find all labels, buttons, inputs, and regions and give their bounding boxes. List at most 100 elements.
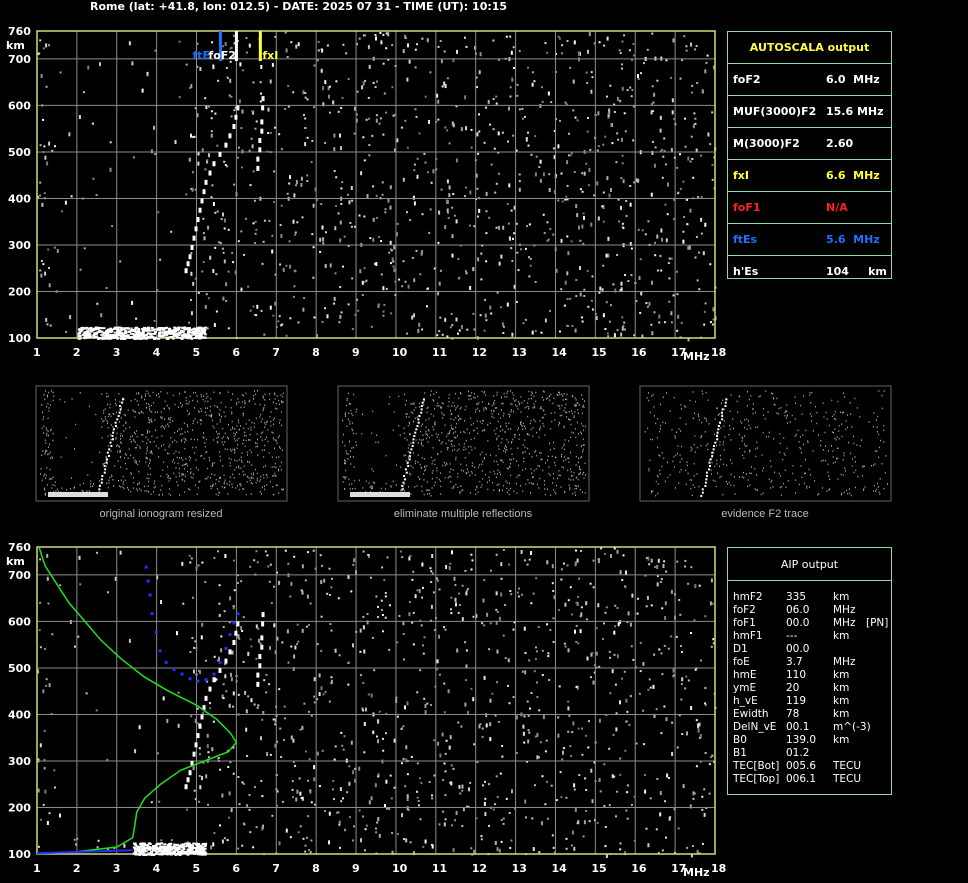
thumbnail-dot: [128, 448, 130, 450]
thumbnail-dot: [566, 393, 568, 396]
noise-dot: [614, 683, 617, 686]
thumbnail-dot: [90, 480, 92, 482]
noise-dot: [178, 96, 181, 99]
thumbnail-dot: [525, 468, 527, 470]
noise-dot: [618, 49, 621, 52]
thumbnail-dot: [242, 394, 244, 397]
noise-dot: [701, 842, 704, 845]
noise-dot: [368, 64, 371, 69]
noise-dot: [316, 59, 319, 62]
thumbnail-dot: [563, 426, 565, 429]
noise-dot: [304, 92, 307, 94]
noise-dot: [227, 228, 230, 231]
thumbnail-trace: [100, 478, 103, 481]
noise-dot: [443, 822, 446, 827]
thumbnail-dot: [212, 485, 214, 487]
thumbnail-dot: [223, 481, 225, 483]
noise-dot: [708, 792, 711, 795]
noise-dot: [541, 775, 544, 778]
es-point: [147, 848, 151, 851]
noise-dot: [618, 220, 621, 223]
noise-dot: [295, 44, 298, 49]
noise-dot: [484, 298, 487, 301]
noise-dot: [536, 732, 539, 737]
thumbnail-dot: [350, 409, 352, 412]
noise-dot: [603, 763, 606, 766]
noise-dot: [496, 649, 499, 654]
noise-dot: [368, 144, 371, 147]
noise-dot: [324, 810, 326, 812]
thumbnail-dot: [147, 491, 149, 493]
noise-dot: [39, 144, 42, 147]
noise-dot: [575, 640, 578, 643]
noise-dot: [48, 267, 50, 269]
thumbnail-dot: [448, 394, 450, 396]
noise-dot: [524, 652, 527, 654]
thumbnail-dot: [247, 427, 249, 430]
thumbnail-dot: [211, 419, 213, 422]
noise-dot: [396, 138, 399, 143]
es-point: [163, 843, 167, 846]
noise-dot: [193, 135, 196, 138]
noise-dot: [593, 194, 596, 197]
noise-dot: [253, 703, 256, 706]
thumbnail-dot: [111, 475, 113, 478]
noise-dot: [100, 313, 103, 318]
noise-dot: [353, 558, 356, 563]
thumbnail-dot: [182, 464, 184, 467]
noise-dot: [637, 228, 640, 231]
thumbnail-dot: [178, 428, 180, 431]
noise-dot: [595, 316, 598, 321]
noise-dot: [330, 586, 333, 589]
thumbnail-dot: [575, 485, 577, 487]
marker-label-fxi: fxI: [262, 49, 278, 62]
noise-dot: [609, 656, 611, 659]
thumbnail-dot: [139, 445, 141, 448]
noise-dot: [485, 210, 488, 213]
thumbnail-dot: [219, 418, 221, 421]
thumbnail-dot: [266, 484, 268, 486]
thumbnail-dot: [119, 451, 121, 453]
thumbnail-dot: [347, 453, 349, 455]
thumbnail-dot: [122, 424, 124, 427]
thumbnail-dot: [210, 485, 212, 487]
thumbnail-dot: [406, 413, 408, 415]
thumbnail-dot: [552, 472, 554, 475]
thumbnail-dot: [436, 404, 438, 407]
noise-dot: [359, 650, 362, 653]
thumbnail-dot: [407, 447, 409, 449]
thumbnail-dot: [242, 412, 244, 415]
noise-dot: [273, 170, 276, 173]
noise-dot: [328, 94, 330, 99]
noise-dot: [198, 775, 201, 777]
noise-dot: [280, 756, 283, 758]
noise-dot: [455, 158, 458, 163]
noise-dot: [278, 688, 281, 691]
noise-dot: [585, 618, 588, 621]
noise-dot: [495, 102, 498, 105]
noise-dot: [610, 554, 612, 558]
thumbnail-dot: [279, 419, 281, 421]
thumbnail-dot: [493, 410, 495, 413]
thumbnail-dot: [177, 430, 179, 432]
noise-dot: [328, 811, 331, 816]
thumbnail-dot: [575, 436, 577, 439]
noise-dot: [378, 122, 381, 125]
thumbnail-dot: [149, 431, 151, 433]
noise-dot: [237, 847, 240, 850]
thumbnail-dot: [175, 476, 177, 478]
noise-dot: [359, 628, 362, 633]
thumbnail-dot: [47, 430, 49, 432]
noise-dot: [619, 842, 622, 845]
thumbnail-dot: [407, 424, 409, 427]
noise-dot: [402, 49, 405, 54]
thumbnail-dot: [550, 428, 552, 430]
thumbnail-dot: [185, 463, 187, 465]
thumbnail-trace: [111, 435, 114, 437]
noise-dot: [157, 211, 160, 214]
thumbnail-dot: [253, 426, 255, 428]
thumbnail-dot: [249, 433, 251, 436]
noise-dot: [287, 562, 290, 565]
es-point: [142, 329, 146, 332]
noise-dot: [77, 635, 80, 638]
